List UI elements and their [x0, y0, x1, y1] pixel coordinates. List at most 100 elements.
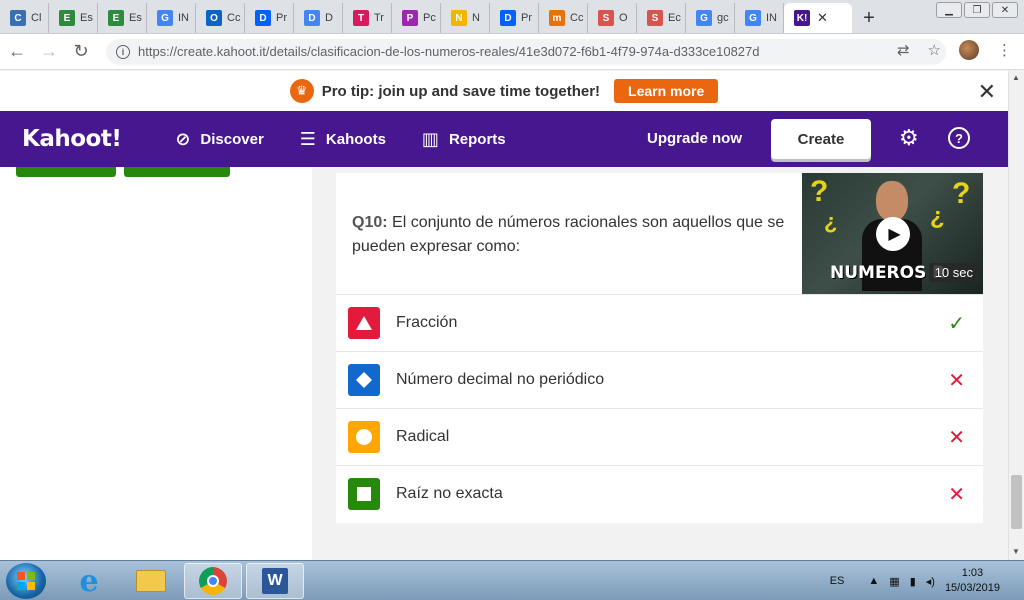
menu-dots-icon[interactable]: ⋮: [997, 41, 1012, 59]
incorrect-x-icon: ✕: [948, 369, 965, 392]
start-button[interactable]: [6, 563, 46, 599]
tab-label: Pc: [423, 12, 436, 24]
scroll-down-icon[interactable]: ▼: [1012, 547, 1020, 556]
nav-reports[interactable]: ▥ Reports: [422, 129, 506, 150]
clock-date: 15/03/2019: [944, 582, 1000, 594]
browser-tab[interactable]: T Tr: [343, 3, 392, 33]
url-field[interactable]: i https://create.kahoot.it/details/clasi…: [106, 38, 946, 65]
incorrect-x-icon: ✕: [948, 483, 965, 506]
system-tray: ES ▲ ▦ ▮ ◂) 1:03 15/03/2019: [830, 561, 1024, 600]
tab-kahoot-active[interactable]: K! ✕: [784, 3, 852, 33]
browser-tab[interactable]: S Ec: [637, 3, 686, 33]
page-scrollbar[interactable]: ▲ ▼: [1008, 71, 1024, 560]
profile-avatar[interactable]: [959, 40, 979, 60]
chrome-taskbar-icon[interactable]: [184, 563, 242, 599]
question-number: Q10:: [352, 214, 388, 231]
new-tab-button[interactable]: +: [852, 3, 886, 33]
play-icon[interactable]: ▶: [876, 217, 910, 251]
question-card: Q10: El conjunto de números racionales s…: [336, 173, 983, 523]
dropbox-icon: D: [500, 10, 516, 26]
green-action-button-1[interactable]: [16, 167, 116, 177]
close-banner-icon[interactable]: ✕: [978, 79, 996, 105]
bookmark-star-icon[interactable]: ☆: [928, 41, 941, 59]
browser-tab[interactable]: SO: [588, 3, 637, 33]
tab-label: Cl: [31, 12, 42, 24]
translate-icon[interactable]: ⇄: [897, 41, 910, 59]
scrollbar-thumb[interactable]: [1011, 475, 1022, 529]
correct-check-icon: ✓: [948, 312, 965, 335]
google-icon: G: [745, 10, 761, 26]
language-indicator[interactable]: ES: [830, 575, 845, 587]
tab-label: N: [472, 12, 480, 24]
forward-button[interactable]: →: [34, 37, 64, 67]
close-tab-icon[interactable]: ✕: [817, 10, 828, 26]
windows-taskbar: e W ES ▲ ▦ ▮ ◂) 1:03 15/03/2019: [0, 560, 1024, 600]
browser-tab[interactable]: Ggc: [686, 3, 735, 33]
list-icon: ☰: [299, 128, 316, 149]
crown-icon: ♛: [289, 79, 314, 103]
volume-icon[interactable]: ◂): [926, 575, 935, 588]
kahoot-logo[interactable]: Kahoot!: [22, 126, 122, 152]
maximize-button[interactable]: ❐: [964, 2, 990, 18]
dropbox-icon: D: [255, 10, 271, 26]
diamond-icon: [348, 364, 380, 396]
browser-tab[interactable]: D Pr: [490, 3, 539, 33]
m-icon: m: [549, 10, 565, 26]
tab-label: Pr: [276, 12, 287, 24]
video-thumbnail[interactable]: ? ¿ ? ¿ ▶ NUMEROS R 10 sec: [802, 173, 983, 294]
browser-tab[interactable]: E Es: [49, 3, 98, 33]
answer-row: Fracción ✓: [336, 294, 983, 351]
docs-icon: D: [304, 10, 320, 26]
nav-kahoots[interactable]: ☰ Kahoots: [300, 129, 386, 150]
file-explorer-icon[interactable]: [122, 563, 180, 599]
window-controls: ▁ ❐ ✕: [936, 2, 1018, 18]
left-pane: [0, 167, 312, 560]
browser-tab[interactable]: E Es: [98, 3, 147, 33]
browser-tab[interactable]: DD: [294, 3, 343, 33]
settings-gear-icon[interactable]: ⚙: [899, 125, 919, 151]
circle-icon: [348, 421, 380, 453]
info-icon[interactable]: i: [116, 44, 130, 59]
tab-label: Ec: [668, 12, 681, 24]
nav-reports-label: Reports: [448, 130, 506, 148]
question-mark-decoration: ?: [810, 175, 829, 208]
tab-label: Es: [129, 12, 142, 24]
learn-more-button[interactable]: Learn more: [614, 79, 719, 103]
scroll-up-icon[interactable]: ▲: [1012, 73, 1020, 82]
minimize-button[interactable]: ▁: [936, 2, 962, 18]
reload-button[interactable]: ↻: [66, 37, 96, 67]
upgrade-now-link[interactable]: Upgrade now: [647, 130, 742, 147]
help-icon[interactable]: ?: [948, 127, 970, 149]
browser-tab[interactable]: NN: [441, 3, 490, 33]
word-taskbar-icon[interactable]: W: [246, 563, 304, 599]
browser-tab[interactable]: m Cc: [539, 3, 588, 33]
close-window-button[interactable]: ✕: [992, 2, 1018, 18]
nav-discover-label: Discover: [200, 130, 264, 148]
green-action-button-2[interactable]: [124, 167, 230, 177]
nav-kahoots-label: Kahoots: [325, 130, 386, 148]
back-button[interactable]: ←: [2, 37, 32, 67]
kahoot-icon: K!: [794, 10, 810, 26]
pro-tip-banner: ♛ Pro tip: join up and save time togethe…: [0, 71, 1008, 111]
browser-tab[interactable]: G IN: [147, 3, 196, 33]
answer-text: Número decimal no periódico: [396, 371, 605, 388]
browser-tab[interactable]: C Cl: [0, 3, 49, 33]
internet-explorer-icon[interactable]: e: [60, 563, 118, 599]
tab-label: Cc: [570, 12, 584, 24]
signal-icon[interactable]: ▮: [910, 575, 916, 588]
browser-tab[interactable]: D Pr: [245, 3, 294, 33]
question-text: El conjunto de números racionales son aq…: [352, 214, 785, 255]
square-icon: [348, 478, 380, 510]
sheets-chart-icon: E: [108, 10, 124, 26]
browser-tab[interactable]: G IN: [735, 3, 784, 33]
triangle-icon: [348, 307, 380, 339]
network-icon[interactable]: ▦: [889, 575, 899, 588]
browser-tab[interactable]: P Pc: [392, 3, 441, 33]
show-hidden-icons-icon[interactable]: ▲: [868, 575, 879, 587]
pro-tip-text: Pro tip: join up and save time together!: [321, 82, 601, 100]
nav-discover[interactable]: ⊘ Discover: [175, 129, 263, 150]
browser-tab[interactable]: O Cc: [196, 3, 245, 33]
clock[interactable]: 1:03 15/03/2019: [945, 566, 1000, 596]
create-button[interactable]: Create: [771, 119, 871, 159]
tab-label: IN: [178, 12, 189, 24]
